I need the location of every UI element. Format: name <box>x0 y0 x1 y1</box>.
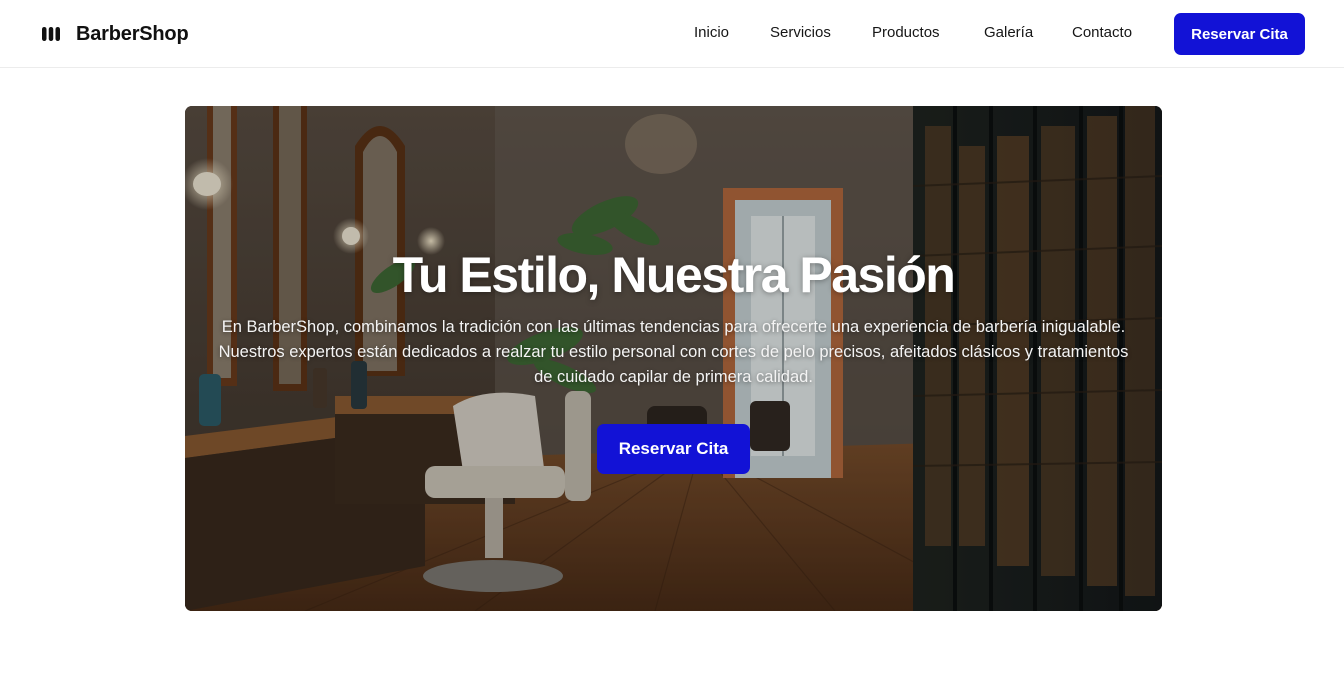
site-header: BarberShop Inicio Servicios Productos Ga… <box>0 0 1344 68</box>
hero-description: En BarberShop, combinamos la tradición c… <box>218 318 1129 386</box>
header-book-appointment-button[interactable]: Reservar Cita <box>1174 13 1305 55</box>
hero-title: Tu Estilo, Nuestra Pasión <box>392 247 956 303</box>
hero-banner: Tu Estilo, Nuestra Pasión En BarberShop,… <box>185 106 1162 611</box>
nav-item-inicio[interactable]: Inicio <box>694 24 729 41</box>
main-nav: Inicio Servicios Productos Galería Conta… <box>0 22 1344 46</box>
nav-item-contacto[interactable]: Contacto <box>1072 24 1132 41</box>
nav-item-servicios[interactable]: Servicios <box>770 24 831 41</box>
nav-item-galeria[interactable]: Galería <box>984 24 1033 41</box>
nav-item-productos[interactable]: Productos <box>872 24 940 41</box>
hero-book-appointment-button[interactable]: Reservar Cita <box>597 424 750 474</box>
